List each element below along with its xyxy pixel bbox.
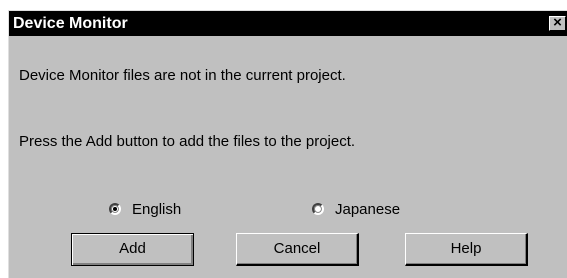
message-press-add: Press the Add button to add the files to…	[19, 133, 356, 150]
title-bar[interactable]: Device Monitor ×	[9, 11, 567, 36]
message-files-missing: Device Monitor files are not in the curr…	[19, 67, 346, 84]
help-button[interactable]: Help	[405, 233, 528, 266]
add-button[interactable]: Add	[71, 233, 194, 266]
close-button[interactable]: ×	[549, 14, 566, 31]
radio-checked-icon[interactable]	[109, 203, 121, 215]
close-icon: ×	[553, 14, 562, 31]
radio-english-label: English	[132, 200, 182, 218]
radio-japanese-label: Japanese	[335, 200, 401, 218]
dialog-title: Device Monitor	[13, 15, 128, 32]
radio-unchecked-icon[interactable]	[312, 203, 324, 215]
radio-english[interactable]: English	[109, 200, 181, 218]
device-monitor-dialog: Device Monitor × Device Monitor files ar…	[8, 10, 567, 278]
radio-japanese[interactable]: Japanese	[312, 200, 400, 218]
cancel-button[interactable]: Cancel	[236, 233, 359, 266]
